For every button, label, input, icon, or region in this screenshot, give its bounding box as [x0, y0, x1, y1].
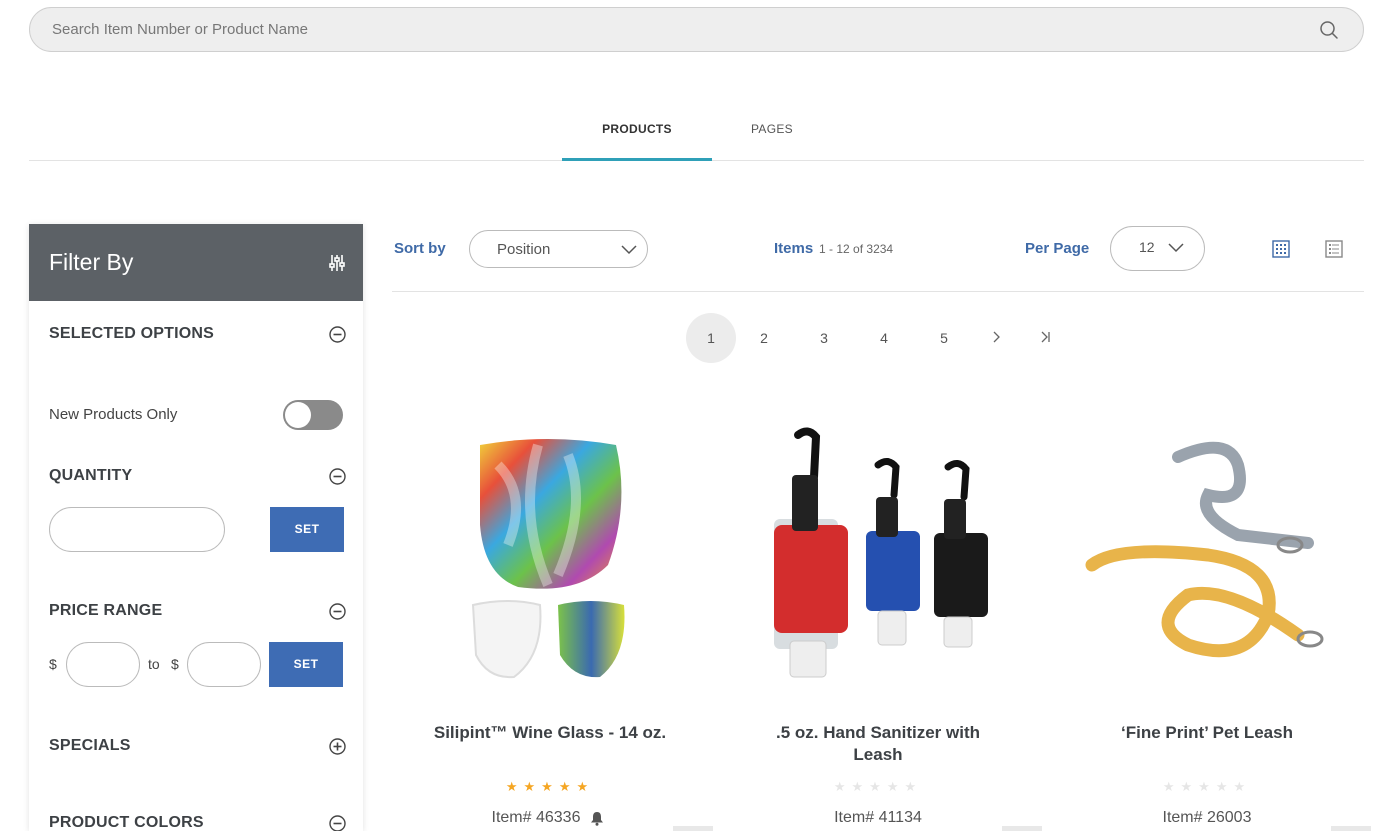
filter-header: Filter By	[29, 224, 363, 301]
collapse-icon[interactable]	[329, 815, 346, 831]
product-image-pet-leash[interactable]	[1078, 425, 1338, 685]
collapse-icon[interactable]	[329, 468, 346, 485]
product-name[interactable]: .5 oz. Hand Sanitizer with Leash	[758, 722, 998, 766]
items-label: Items	[774, 240, 814, 257]
quantity-set-button[interactable]: SET	[270, 507, 344, 552]
per-page-label: Per Page	[1025, 240, 1090, 257]
price-min-input[interactable]	[66, 642, 140, 687]
tab-pages[interactable]: PAGES	[712, 122, 832, 136]
expand-icon[interactable]	[329, 738, 346, 755]
active-tab-indicator	[562, 158, 712, 161]
rating-stars: ★★★★★	[833, 779, 923, 794]
product-action-button[interactable]	[1331, 826, 1371, 831]
search-bar	[29, 7, 1364, 52]
filter-sidebar: Filter By SELECTED OPTIONS New Products …	[29, 224, 363, 831]
last-page-icon[interactable]	[1039, 330, 1053, 344]
page-5[interactable]: 5	[919, 313, 969, 363]
page-3[interactable]: 3	[799, 313, 849, 363]
items-count: 1 - 12 of 3234	[819, 242, 893, 256]
grid-view-icon[interactable]	[1272, 240, 1290, 258]
page-2[interactable]: 2	[739, 313, 789, 363]
product-action-button[interactable]	[673, 826, 713, 831]
product-image-wine-glass[interactable]	[418, 425, 678, 685]
currency-label: $	[171, 656, 179, 672]
collapse-icon[interactable]	[329, 326, 346, 343]
list-view-icon[interactable]	[1325, 240, 1343, 258]
tab-products[interactable]: PRODUCTS	[562, 122, 712, 136]
item-number: Item# 46336	[491, 809, 581, 826]
rating-stars: ★★★★★	[1162, 779, 1252, 794]
items-range: 1 - 12	[819, 242, 850, 256]
collapse-icon[interactable]	[329, 603, 346, 620]
price-max-input[interactable]	[187, 642, 261, 687]
next-page-icon[interactable]	[990, 330, 1004, 344]
product-action-button[interactable]	[1002, 826, 1042, 831]
rating-stars: ★★★★★	[505, 779, 595, 794]
selected-options-heading: SELECTED OPTIONS	[49, 325, 214, 342]
page-4[interactable]: 4	[859, 313, 909, 363]
new-products-toggle[interactable]	[283, 400, 343, 430]
per-page-value: 12	[1139, 239, 1155, 255]
specials-heading: SPECIALS	[49, 737, 131, 754]
price-range-heading: PRICE RANGE	[49, 602, 163, 619]
sliders-icon[interactable]	[329, 254, 345, 272]
items-of: of	[853, 242, 864, 256]
price-to-label: to	[148, 656, 160, 672]
currency-label: $	[49, 656, 57, 672]
sort-value: Position	[497, 241, 551, 258]
chevron-down-icon	[1168, 243, 1184, 253]
quantity-heading: QUANTITY	[49, 467, 133, 484]
product-name[interactable]: ‘Fine Print’ Pet Leash	[1087, 722, 1327, 744]
new-products-label: New Products Only	[49, 406, 178, 423]
price-set-button[interactable]: SET	[269, 642, 343, 687]
page-1[interactable]: 1	[686, 313, 736, 363]
product-name[interactable]: Silipint™ Wine Glass - 14 oz.	[430, 722, 670, 744]
search-icon[interactable]	[1319, 20, 1339, 40]
sort-select[interactable]: Position	[469, 230, 648, 268]
search-input[interactable]	[52, 8, 1292, 51]
item-number: Item# 41134	[834, 809, 922, 826]
toggle-knob	[285, 402, 311, 428]
chevron-down-icon	[621, 245, 637, 255]
bell-icon[interactable]	[590, 811, 604, 826]
quantity-input[interactable]	[49, 507, 225, 552]
product-colors-heading: PRODUCT COLORS	[49, 814, 204, 831]
sort-label: Sort by	[394, 240, 446, 257]
per-page-select[interactable]: 12	[1110, 226, 1205, 271]
filter-title: Filter By	[49, 249, 134, 275]
product-image-hand-sanitizer[interactable]	[748, 425, 1008, 685]
item-number: Item# 26003	[1162, 809, 1252, 826]
items-total: 3234	[866, 242, 894, 256]
toolbar-divider	[392, 291, 1364, 292]
